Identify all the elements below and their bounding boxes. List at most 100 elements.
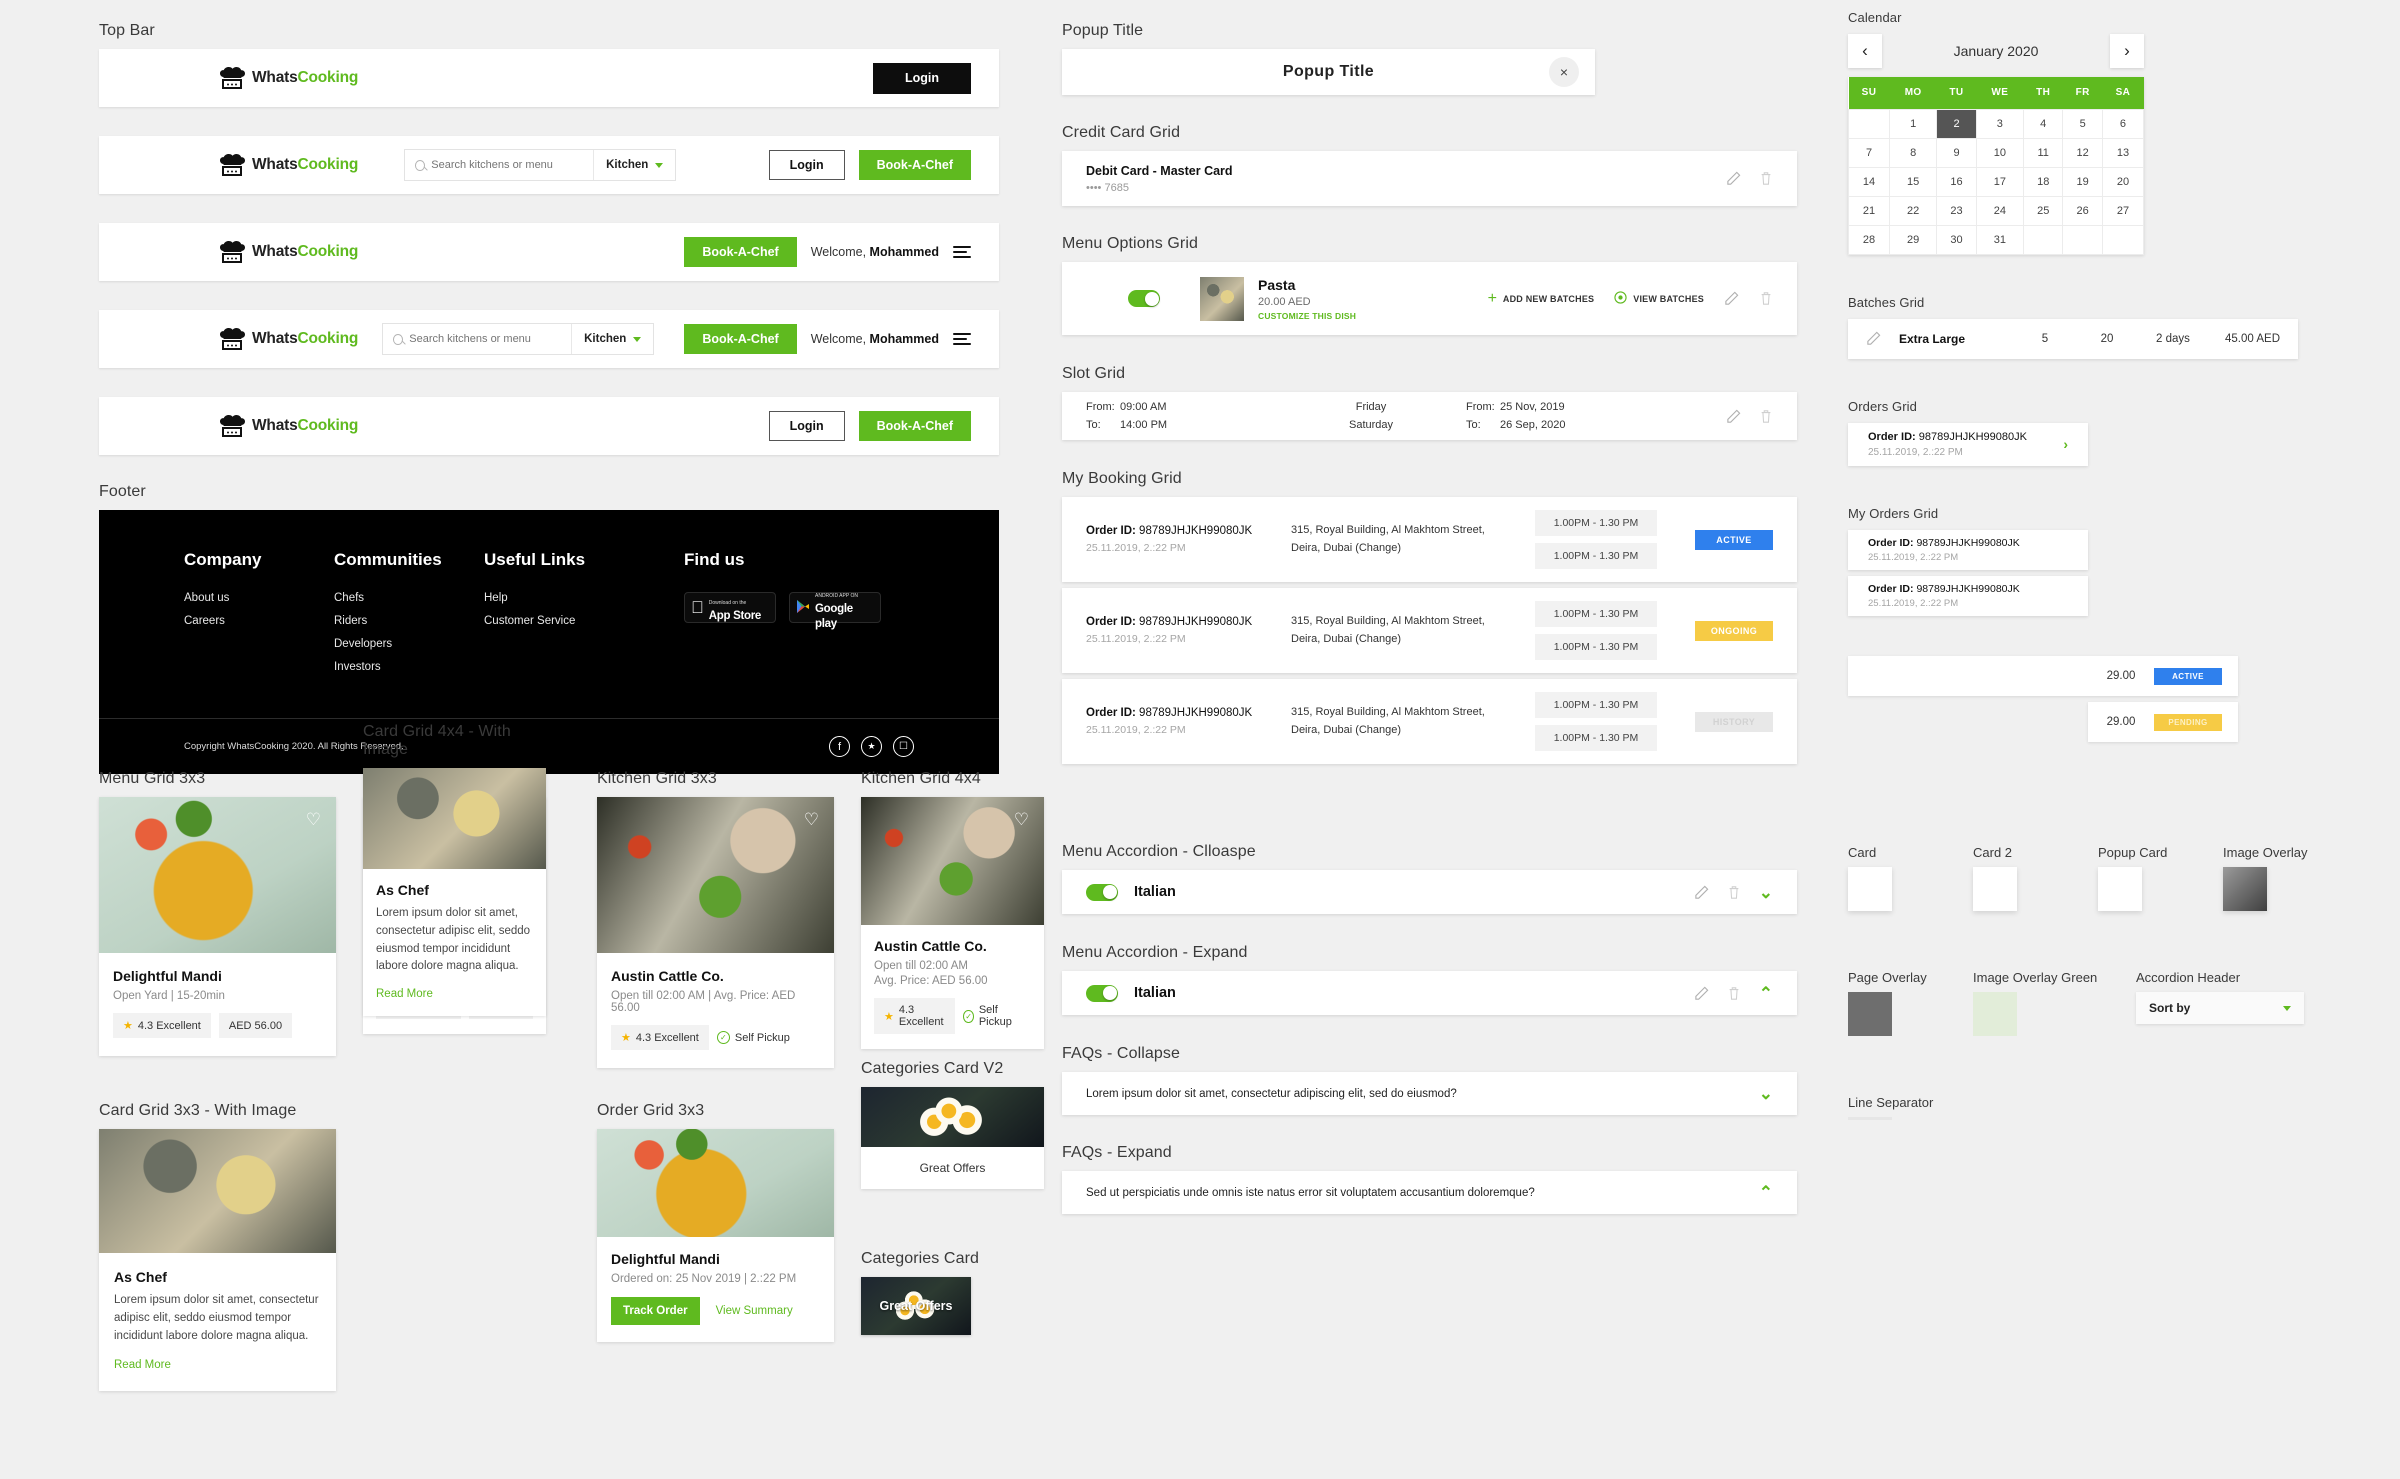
twitter-icon[interactable]: ★ <box>861 736 882 757</box>
brand-logo[interactable]: WhatsCooking <box>219 66 358 90</box>
google-play-badge[interactable]: ANDROID APP ON Google play <box>789 592 881 630</box>
login-button[interactable]: Login <box>768 411 845 441</box>
kitchen-card-3x3[interactable]: ♡ Austin Cattle Co. Open till 02:00 AM |… <box>597 797 834 1068</box>
favorite-heart-icon[interactable]: ♡ <box>804 811 819 828</box>
calendar-next-button[interactable]: › <box>2110 34 2144 68</box>
footer-link[interactable]: Chefs <box>334 592 484 604</box>
calendar-day[interactable]: 11 <box>2022 137 2064 168</box>
footer-link[interactable]: Customer Service <box>484 615 684 627</box>
footer-link[interactable]: Careers <box>184 615 334 627</box>
calendar-day[interactable]: 31 <box>1975 224 2024 255</box>
chevron-down-icon[interactable]: ⌄ <box>1759 884 1773 901</box>
calendar-day[interactable]: 27 <box>2101 195 2145 226</box>
cuisine-toggle[interactable] <box>1086 984 1118 1002</box>
calendar-day[interactable] <box>2062 224 2103 255</box>
calendar-day[interactable] <box>1847 108 1891 139</box>
calendar-day[interactable]: 23 <box>1936 195 1977 226</box>
read-more-link[interactable]: Read More <box>376 988 533 1000</box>
faq-collapsed[interactable]: Lorem ipsum dolor sit amet, consectetur … <box>1062 1072 1797 1115</box>
delete-trash-icon[interactable] <box>1759 409 1773 424</box>
view-summary-link[interactable]: View Summary <box>716 1305 793 1317</box>
favorite-heart-icon[interactable]: ♡ <box>1014 811 1029 828</box>
my-order-row[interactable]: Order ID: 98789JHJKH99080JK 25.11.2019, … <box>1848 529 2088 570</box>
calendar-day[interactable]: 13 <box>2101 137 2145 168</box>
chef-card-4x4[interactable]: As Chef Lorem ipsum dolor sit amet, cons… <box>363 768 546 1017</box>
my-order-row[interactable]: Order ID: 98789JHJKH99080JK 25.11.2019, … <box>1848 575 2088 616</box>
brand-logo[interactable]: WhatsCooking <box>219 327 358 351</box>
orders-row[interactable]: Order ID: 98789JHJKH99080JK 25.11.2019, … <box>1848 422 2088 466</box>
book-a-chef-button[interactable]: Book-A-Chef <box>858 150 971 180</box>
calendar-day[interactable]: 7 <box>1847 137 1891 168</box>
calendar-day[interactable]: 16 <box>1936 166 1977 197</box>
customize-dish-link[interactable]: CUSTOMIZE THIS DISH <box>1258 311 1356 321</box>
calendar-day[interactable]: 4 <box>2022 108 2064 139</box>
menu-accordion-collapsed[interactable]: Italian ⌄ <box>1062 870 1797 914</box>
calendar-day[interactable] <box>2101 224 2145 255</box>
login-button[interactable]: Login <box>873 62 971 94</box>
edit-pencil-icon[interactable] <box>1726 409 1741 424</box>
read-more-link[interactable]: Read More <box>114 1359 321 1371</box>
edit-pencil-icon[interactable] <box>1726 171 1741 186</box>
chevron-down-icon[interactable]: ⌄ <box>1759 1085 1773 1102</box>
instagram-icon[interactable]: ☐ <box>893 736 914 757</box>
search-input-wrap[interactable] <box>405 159 593 171</box>
booking-row[interactable]: Order ID: 98789JHJKH99080JK 25.11.2019, … <box>1062 679 1797 764</box>
categories-card-v2[interactable]: Great Offers <box>861 1087 1044 1189</box>
calendar-day[interactable]: 26 <box>2062 195 2103 226</box>
kitchen-card-4x4[interactable]: ♡ Austin Cattle Co. Open till 02:00 AM A… <box>861 797 1044 1049</box>
calendar-day[interactable]: 20 <box>2101 166 2145 197</box>
calendar-day-selected[interactable]: 2 <box>1936 108 1977 139</box>
calendar-day[interactable]: 28 <box>1847 224 1891 255</box>
calendar-day[interactable]: 5 <box>2062 108 2103 139</box>
calendar-day[interactable]: 19 <box>2062 166 2103 197</box>
search-input[interactable] <box>431 159 584 171</box>
calendar-day[interactable]: 14 <box>1847 166 1891 197</box>
login-button[interactable]: Login <box>768 150 845 180</box>
search-category-select[interactable]: Kitchen <box>571 324 653 354</box>
delete-trash-icon[interactable] <box>1727 986 1741 1001</box>
edit-pencil-icon[interactable] <box>1724 291 1739 306</box>
calendar-day[interactable]: 15 <box>1889 166 1938 197</box>
cuisine-toggle[interactable] <box>1086 883 1118 901</box>
delete-trash-icon[interactable] <box>1759 171 1773 186</box>
delete-trash-icon[interactable] <box>1727 885 1741 900</box>
book-a-chef-button[interactable]: Book-A-Chef <box>684 324 797 354</box>
chevron-up-icon[interactable]: ⌃ <box>1759 1184 1773 1201</box>
calendar-day[interactable]: 3 <box>1975 108 2024 139</box>
add-new-batches-button[interactable]: + ADD NEW BATCHES <box>1488 290 1595 307</box>
book-a-chef-button[interactable]: Book-A-Chef <box>684 237 797 267</box>
calendar-day[interactable]: 9 <box>1936 137 1977 168</box>
delete-trash-icon[interactable] <box>1759 291 1773 306</box>
brand-logo[interactable]: WhatsCooking <box>219 414 358 438</box>
sort-by-dropdown[interactable]: Sort by <box>2136 992 2304 1024</box>
calendar-day[interactable]: 29 <box>1889 224 1938 255</box>
app-store-badge[interactable]:  Download on the App Store <box>684 592 776 623</box>
booking-row[interactable]: Order ID: 98789JHJKH99080JK 25.11.2019, … <box>1062 588 1797 673</box>
chevron-up-icon[interactable]: ⌃ <box>1759 985 1773 1002</box>
footer-link[interactable]: Investors <box>334 661 484 673</box>
calendar-day[interactable]: 22 <box>1889 195 1938 226</box>
track-order-button[interactable]: Track Order <box>611 1297 700 1325</box>
calendar-day[interactable]: 30 <box>1936 224 1977 255</box>
calendar-day[interactable]: 21 <box>1847 195 1891 226</box>
brand-logo[interactable]: WhatsCooking <box>219 240 358 264</box>
facebook-icon[interactable]: f <box>829 736 850 757</box>
hamburger-menu-icon[interactable] <box>953 333 971 345</box>
footer-link[interactable]: Help <box>484 592 684 604</box>
close-icon[interactable]: × <box>1549 57 1579 87</box>
search-input[interactable] <box>409 333 562 345</box>
brand-logo[interactable]: WhatsCooking <box>219 153 358 177</box>
order-card-3x3[interactable]: Delightful Mandi Ordered on: 25 Nov 2019… <box>597 1129 834 1342</box>
calendar-day[interactable] <box>2022 224 2064 255</box>
search-category-select[interactable]: Kitchen <box>593 150 675 180</box>
calendar-day[interactable]: 6 <box>2101 108 2145 139</box>
calendar-day[interactable]: 17 <box>1975 166 2024 197</box>
categories-card[interactable]: Great Offers <box>861 1277 971 1335</box>
favorite-heart-icon[interactable]: ♡ <box>306 811 321 828</box>
edit-pencil-icon[interactable] <box>1694 885 1709 900</box>
calendar-prev-button[interactable]: ‹ <box>1848 34 1882 68</box>
calendar-day[interactable]: 12 <box>2062 137 2103 168</box>
edit-pencil-icon[interactable] <box>1866 331 1881 346</box>
calendar-day[interactable]: 1 <box>1889 108 1938 139</box>
faq-expanded[interactable]: Sed ut perspiciatis unde omnis iste natu… <box>1062 1171 1797 1214</box>
